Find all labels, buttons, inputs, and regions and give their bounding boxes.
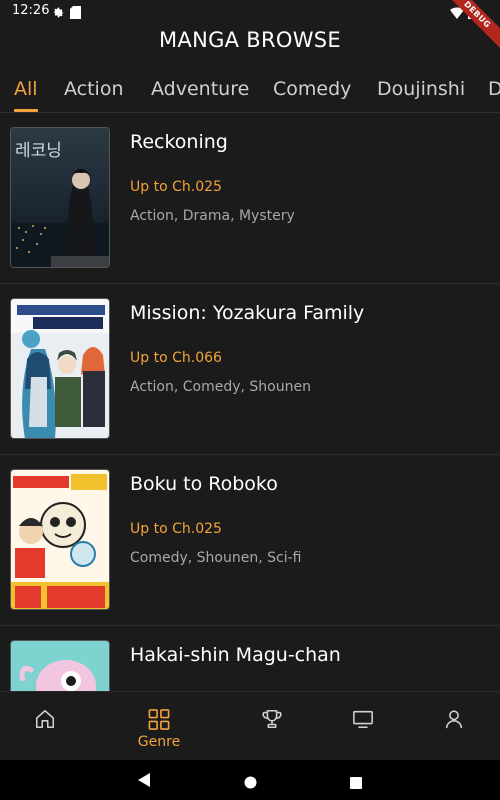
list-item[interactable]: Hakai-shin Magu-chan: [0, 626, 500, 691]
gear-icon: [52, 4, 65, 23]
genre-tabs: All Action Adventure Comedy Doujinshi D: [0, 72, 500, 112]
nav-ranking[interactable]: [222, 692, 322, 761]
status-time: 12:26: [12, 3, 50, 18]
bottom-navigation: Genre: [0, 691, 500, 760]
page-title: MANGA BROWSE: [159, 28, 341, 52]
trophy-icon: [261, 708, 283, 734]
manga-title[interactable]: Reckoning: [130, 131, 228, 153]
tab-all[interactable]: All: [14, 78, 38, 100]
list-item[interactable]: 레코닝 Reckoning Up to Ch.025 Action, Drama…: [0, 113, 500, 284]
tab-action[interactable]: Action: [64, 78, 124, 100]
home-button-icon[interactable]: [244, 774, 257, 793]
cover-image[interactable]: [10, 298, 110, 439]
home-icon: [34, 708, 56, 734]
nav-genre[interactable]: Genre: [109, 692, 209, 761]
manga-list[interactable]: 레코닝 Reckoning Up to Ch.025 Action, Drama…: [0, 113, 500, 691]
nav-tv[interactable]: [313, 692, 413, 761]
back-icon[interactable]: [137, 772, 151, 792]
battery-icon: [468, 4, 476, 23]
manga-chapter: Up to Ch.025: [130, 521, 222, 537]
cover-title: 레코닝: [15, 141, 62, 161]
manga-title[interactable]: Mission: Yozakura Family: [130, 302, 364, 324]
tab-doujinshi[interactable]: Doujinshi: [377, 78, 465, 100]
list-item[interactable]: Boku to Roboko Up to Ch.025 Comedy, Shou…: [0, 455, 500, 626]
manga-title[interactable]: Hakai-shin Magu-chan: [130, 644, 341, 666]
recents-icon[interactable]: [350, 774, 362, 793]
manga-genres: Action, Comedy, Shounen: [130, 379, 311, 395]
nav-home[interactable]: [0, 692, 95, 761]
manga-genres: Action, Drama, Mystery: [130, 208, 295, 224]
list-item[interactable]: Mission: Yozakura Family Up to Ch.066 Ac…: [0, 284, 500, 455]
wifi-icon: [450, 4, 464, 23]
tab-comedy[interactable]: Comedy: [273, 78, 351, 100]
manga-chapter: Up to Ch.066: [130, 350, 222, 366]
sd-card-icon: [70, 4, 81, 23]
nav-profile[interactable]: [404, 692, 500, 761]
tv-icon: [352, 708, 374, 734]
cover-image[interactable]: [10, 640, 110, 691]
manga-chapter: Up to Ch.025: [130, 179, 222, 195]
status-bar: 12:26 DEBUG: [0, 0, 500, 52]
tab-d[interactable]: D: [488, 78, 500, 100]
manga-title[interactable]: Boku to Roboko: [130, 473, 278, 495]
tab-adventure[interactable]: Adventure: [151, 78, 249, 100]
person-icon: [443, 708, 465, 734]
cover-image[interactable]: [10, 469, 110, 610]
grid-icon: [148, 708, 171, 735]
nav-genre-label: Genre: [137, 734, 181, 750]
cover-image[interactable]: 레코닝: [10, 127, 110, 268]
system-navigation-bar: [0, 760, 500, 800]
manga-genres: Comedy, Shounen, Sci-fi: [130, 550, 302, 566]
